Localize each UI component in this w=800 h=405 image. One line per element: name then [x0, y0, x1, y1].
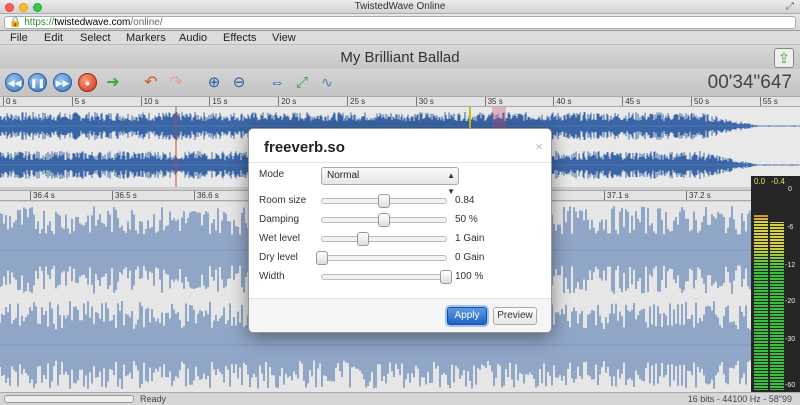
- dialog-title: freeverb.so: [264, 139, 345, 156]
- window-title: TwistedWave Online: [354, 1, 446, 12]
- apply-button[interactable]: Apply: [447, 307, 487, 325]
- ruler-tick: 20 s: [278, 97, 296, 106]
- dry-level-slider[interactable]: [316, 251, 447, 265]
- meter-bar-left: [754, 214, 768, 390]
- upload-icon[interactable]: ⇪: [774, 48, 794, 68]
- param-value: 100 %: [455, 271, 484, 282]
- address-bar: 🔒 https://twistedwave.com/online/: [0, 14, 800, 31]
- progress-bar: [4, 395, 134, 403]
- window-titlebar: TwistedWave Online ⤢: [0, 0, 800, 14]
- ruler-tick: 45 s: [622, 97, 640, 106]
- ruler-tick: 36.6 s: [194, 191, 219, 200]
- document-bar: My Brilliant Ballad ⇪: [0, 45, 800, 69]
- slider-knob[interactable]: [316, 251, 328, 265]
- status-bar: Ready 16 bits - 44100 Hz - 58"99: [0, 392, 800, 405]
- ruler-tick: 30 s: [415, 97, 434, 106]
- mode-label: Mode: [259, 169, 285, 180]
- menu-bar: File Edit Select Markers Audio Effects V…: [0, 31, 800, 45]
- param-value: 0 Gain: [455, 252, 485, 263]
- menu-edit[interactable]: Edit: [44, 32, 63, 44]
- param-label: Dry level: [259, 252, 298, 263]
- status-text: Ready: [140, 394, 167, 404]
- meter-scale-60: -60: [785, 382, 796, 389]
- menu-markers[interactable]: Markers: [126, 32, 166, 44]
- timecode-display: 00'34"647: [707, 72, 792, 93]
- fast-forward-icon[interactable]: ▶▶: [53, 73, 72, 92]
- undo-icon[interactable]: ↶: [140, 73, 162, 92]
- slider-knob[interactable]: [356, 232, 369, 246]
- param-label: Room size: [259, 195, 307, 206]
- menu-view[interactable]: View: [272, 32, 296, 44]
- slider-knob[interactable]: [440, 270, 452, 284]
- menu-select[interactable]: Select: [80, 32, 111, 44]
- mode-select-value: Normal: [327, 170, 360, 181]
- damping-slider[interactable]: [321, 213, 447, 227]
- ruler-tick: 36.4 s: [30, 191, 55, 200]
- audio-format-info: 16 bits - 44100 Hz - 58"99: [687, 394, 792, 404]
- meter-scale-6: -6: [787, 224, 794, 231]
- url-field[interactable]: 🔒 https://twistedwave.com/online/: [4, 16, 796, 29]
- lock-icon: 🔒: [9, 17, 22, 28]
- zoom-in-icon[interactable]: ⊕: [203, 73, 225, 92]
- dialog-header: freeverb.so ×: [249, 129, 551, 163]
- level-meter: 0.0 -0.4 0 -6 -12 -20 -30 -60: [751, 176, 800, 392]
- meter-scale-12: -12: [785, 262, 796, 269]
- expand-icon[interactable]: ⤢: [291, 73, 313, 92]
- ruler-tick: 10 s: [140, 97, 159, 106]
- wet-level-slider[interactable]: [321, 232, 447, 246]
- meter-scale-20: -20: [785, 298, 796, 305]
- url-host: twistedwave.com: [54, 17, 131, 28]
- effect-dialog: freeverb.so × Mode Normal ▲ ▼ Room size 0…: [248, 128, 552, 333]
- document-title[interactable]: My Brilliant Ballad: [0, 49, 800, 66]
- waveform-icon[interactable]: ∿: [316, 73, 338, 92]
- preview-button[interactable]: Preview: [493, 307, 537, 325]
- ruler-tick: 37.1 s: [604, 191, 629, 200]
- room-size-slider[interactable]: [321, 194, 447, 208]
- param-label: Damping: [259, 214, 300, 225]
- slider-knob[interactable]: [378, 194, 390, 208]
- param-value: 1 Gain: [455, 233, 485, 244]
- fit-selection-icon[interactable]: ⇔: [266, 73, 288, 92]
- width-slider[interactable]: [321, 270, 452, 284]
- ruler-tick: 37.2 s: [686, 191, 711, 200]
- ruler-tick: 5 s: [71, 97, 85, 106]
- menu-effects[interactable]: Effects: [223, 32, 256, 44]
- meter-scale-30: -30: [785, 336, 796, 343]
- close-icon[interactable]: ×: [535, 139, 543, 154]
- toolbar: ◀◀ ❚❚ ▶▶ ● ➜ ↶ ↷ ⊕ ⊖ ⇔ ⤢ ∿ 00'34"647: [0, 69, 800, 96]
- url-protocol: https://: [24, 17, 55, 28]
- param-label: Wet level: [259, 233, 300, 244]
- forward-arrow-icon[interactable]: ➜: [102, 73, 124, 92]
- menu-file[interactable]: File: [10, 32, 28, 44]
- meter-scale-0: 0: [788, 186, 792, 193]
- meter-bar-right: [770, 222, 784, 390]
- param-value: 50 %: [455, 214, 478, 225]
- ruler-tick: 50 s: [691, 97, 709, 106]
- redo-icon[interactable]: ↷: [165, 73, 187, 92]
- peak-right-readout: -0.4: [771, 177, 785, 186]
- ruler-tick: 15 s: [209, 97, 228, 106]
- ruler-tick: 0 s: [3, 97, 17, 106]
- slider-knob[interactable]: [378, 213, 390, 227]
- mode-select[interactable]: Normal ▲ ▼: [321, 167, 459, 196]
- zoom-out-icon[interactable]: ⊖: [228, 73, 250, 92]
- ruler-tick: 36.5 s: [112, 191, 137, 200]
- rewind-icon[interactable]: ◀◀: [5, 73, 24, 92]
- url-path: /online/: [130, 17, 163, 28]
- param-label: Width: [259, 271, 285, 282]
- ruler-tick: 35 s: [484, 97, 503, 106]
- fullscreen-icon[interactable]: ⤢: [786, 1, 794, 12]
- menu-audio[interactable]: Audio: [179, 32, 207, 44]
- ruler-tick: 25 s: [347, 97, 365, 106]
- param-value: 0.84: [455, 195, 475, 206]
- select-arrows-icon: ▲ ▼: [447, 171, 455, 196]
- record-icon[interactable]: ●: [78, 73, 97, 92]
- ruler-tick: 55 s: [759, 97, 778, 106]
- peak-left-readout: 0.0: [754, 177, 766, 186]
- pause-icon[interactable]: ❚❚: [28, 73, 47, 92]
- ruler-tick: 40 s: [553, 97, 572, 106]
- overview-ruler[interactable]: 0 s 5 s 10 s 15 s 20 s 25 s 30 s 35 s 40 s 45 s 50…: [0, 96, 800, 107]
